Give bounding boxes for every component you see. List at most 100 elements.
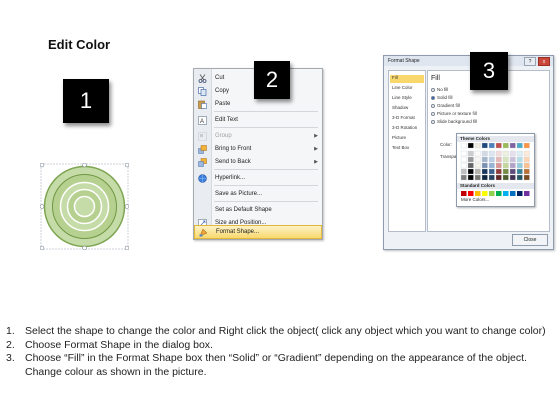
theme-color-swatch[interactable] [467, 162, 474, 169]
theme-color-swatch[interactable] [467, 174, 474, 181]
radio-picture-fill[interactable]: Picture or texture fill [431, 111, 477, 116]
theme-color-swatch[interactable] [509, 150, 516, 157]
theme-color-swatch[interactable] [467, 168, 474, 175]
more-colors-link[interactable]: More Colors... [461, 197, 489, 202]
close-button[interactable]: Close [512, 234, 548, 246]
category-line-color[interactable]: Line Color [390, 85, 424, 93]
theme-color-swatch[interactable] [509, 162, 516, 169]
theme-color-swatch[interactable] [488, 150, 495, 157]
theme-color-swatch[interactable] [481, 156, 488, 163]
theme-color-swatch[interactable] [509, 143, 516, 149]
theme-color-swatch[interactable] [488, 162, 495, 169]
theme-color-swatch[interactable] [488, 168, 495, 175]
theme-color-swatch[interactable] [502, 143, 509, 149]
theme-color-swatch[interactable] [481, 162, 488, 169]
theme-color-grid[interactable] [457, 143, 534, 183]
menu-item-save-as-picture[interactable]: Save as Picture... [194, 188, 322, 200]
theme-color-swatch[interactable] [523, 162, 530, 169]
category-line-style[interactable]: Line Style [390, 95, 424, 103]
category-text-box[interactable]: Text Box [390, 145, 424, 153]
theme-color-swatch[interactable] [467, 156, 474, 163]
theme-color-swatch[interactable] [502, 162, 509, 169]
theme-color-swatch[interactable] [516, 156, 523, 163]
standard-color-swatch[interactable] [461, 191, 467, 196]
theme-color-swatch[interactable] [509, 168, 516, 175]
radio-solid-fill[interactable]: Solid fill [431, 95, 453, 100]
help-button[interactable]: ? [524, 57, 536, 66]
standard-color-swatch[interactable] [524, 191, 530, 196]
theme-color-swatch[interactable] [495, 174, 502, 181]
standard-color-swatch[interactable] [475, 191, 481, 196]
menu-item-send-to-back[interactable]: Send to Back ▶ [194, 156, 322, 168]
theme-color-swatch[interactable] [474, 143, 481, 149]
radio-gradient-fill[interactable]: Gradient fill [431, 103, 460, 108]
theme-color-swatch[interactable] [523, 143, 530, 149]
theme-color-swatch[interactable] [460, 168, 467, 175]
theme-color-swatch[interactable] [495, 150, 502, 157]
step-2-badge: 2 [254, 61, 290, 99]
standard-color-swatch[interactable] [489, 191, 495, 196]
theme-color-swatch[interactable] [495, 168, 502, 175]
theme-color-swatch[interactable] [467, 150, 474, 157]
theme-color-swatch[interactable] [481, 168, 488, 175]
menu-item-format-shape[interactable]: Format Shape... [194, 225, 322, 239]
standard-color-swatch[interactable] [482, 191, 488, 196]
close-x-button[interactable]: x [538, 57, 550, 66]
menu-item-paste[interactable]: Paste [194, 98, 322, 110]
theme-color-swatch[interactable] [502, 174, 509, 181]
standard-color-row[interactable] [457, 190, 534, 197]
theme-color-swatch[interactable] [460, 150, 467, 157]
theme-color-swatch[interactable] [502, 150, 509, 157]
concentric-circles-shape[interactable] [39, 162, 130, 251]
theme-color-swatch[interactable] [495, 143, 502, 149]
theme-color-swatch[interactable] [516, 168, 523, 175]
theme-color-swatch[interactable] [467, 143, 474, 149]
theme-color-swatch[interactable] [488, 174, 495, 181]
theme-color-swatch[interactable] [523, 150, 530, 157]
theme-color-swatch[interactable] [488, 156, 495, 163]
theme-color-swatch[interactable] [460, 143, 467, 149]
theme-color-swatch[interactable] [474, 156, 481, 163]
standard-color-swatch[interactable] [510, 191, 516, 196]
theme-color-swatch[interactable] [481, 143, 488, 149]
theme-color-swatch[interactable] [474, 168, 481, 175]
theme-color-swatch[interactable] [516, 150, 523, 157]
theme-color-swatch[interactable] [502, 156, 509, 163]
theme-color-swatch[interactable] [509, 156, 516, 163]
theme-color-swatch[interactable] [460, 174, 467, 181]
theme-color-swatch[interactable] [509, 174, 516, 181]
theme-color-swatch[interactable] [481, 174, 488, 181]
theme-color-swatch[interactable] [474, 174, 481, 181]
category-picture[interactable]: Picture [390, 135, 424, 143]
standard-color-swatch[interactable] [517, 191, 523, 196]
theme-color-swatch[interactable] [495, 156, 502, 163]
theme-color-swatch[interactable] [495, 162, 502, 169]
standard-color-swatch[interactable] [468, 191, 474, 196]
menu-item-hyperlink[interactable]: Hyperlink... [194, 172, 322, 184]
theme-color-swatch[interactable] [523, 156, 530, 163]
theme-color-swatch[interactable] [474, 162, 481, 169]
theme-color-swatch[interactable] [516, 162, 523, 169]
category-fill[interactable]: Fill [390, 75, 424, 83]
submenu-arrow-icon: ▶ [314, 133, 318, 139]
theme-color-swatch[interactable] [516, 143, 523, 149]
theme-color-swatch[interactable] [523, 174, 530, 181]
menu-item-edit-text[interactable]: A Edit Text [194, 114, 322, 126]
theme-color-swatch[interactable] [502, 168, 509, 175]
theme-color-swatch[interactable] [516, 174, 523, 181]
radio-slide-background-fill[interactable]: Slide background fill [431, 119, 477, 124]
category-3d-format[interactable]: 3-D Format [390, 115, 424, 123]
theme-color-swatch[interactable] [523, 168, 530, 175]
menu-item-bring-to-front[interactable]: Bring to Front ▶ [194, 143, 322, 155]
theme-color-swatch[interactable] [460, 162, 467, 169]
standard-color-swatch[interactable] [496, 191, 502, 196]
theme-color-swatch[interactable] [488, 143, 495, 149]
theme-color-swatch[interactable] [481, 150, 488, 157]
theme-color-swatch[interactable] [474, 150, 481, 157]
category-shadow[interactable]: Shadow [390, 105, 424, 113]
standard-color-swatch[interactable] [503, 191, 509, 196]
category-3d-rotation[interactable]: 3-D Rotation [390, 125, 424, 133]
menu-item-set-default-shape[interactable]: Set as Default Shape [194, 204, 322, 216]
theme-color-swatch[interactable] [460, 156, 467, 163]
radio-no-fill[interactable]: No fill [431, 87, 448, 92]
